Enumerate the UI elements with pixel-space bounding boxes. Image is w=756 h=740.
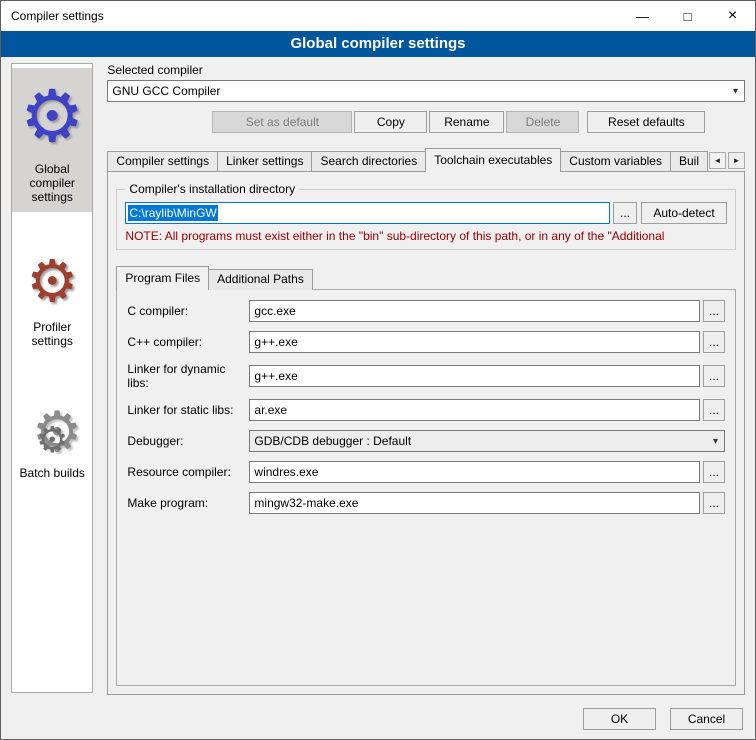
auto-detect-button[interactable]: Auto-detect xyxy=(641,202,727,224)
settings-tab-strip: Compiler settings Linker settings Search… xyxy=(107,148,745,172)
minimize-button[interactable]: — xyxy=(620,1,665,31)
c-compiler-row: C compiler: ... xyxy=(127,300,725,322)
selected-compiler-label: Selected compiler xyxy=(107,63,745,77)
arrow-right-icon: ► xyxy=(733,156,741,165)
compiler-action-buttons: Set as default Copy Rename Delete Reset … xyxy=(212,111,745,133)
installation-directory-browse-button[interactable]: ... xyxy=(613,202,637,224)
tab-build-options[interactable]: Buil xyxy=(670,151,708,172)
tab-scroll-left-button[interactable]: ◄ xyxy=(709,152,726,169)
close-button[interactable]: × xyxy=(710,1,755,31)
dialog-content: ⚙ Global compiler settings ⚙ Profiler se… xyxy=(1,57,755,699)
selected-compiler-value: GNU GCC Compiler xyxy=(112,84,731,98)
tab-toolchain-executables[interactable]: Toolchain executables xyxy=(425,148,561,172)
chevron-down-icon: ▾ xyxy=(711,436,720,447)
installation-directory-row: C:\raylib\MinGW ... Auto-detect xyxy=(125,202,727,224)
dynamic-linker-browse-button[interactable]: ... xyxy=(703,365,725,387)
tab-program-files[interactable]: Program Files xyxy=(116,266,209,290)
tab-custom-variables[interactable]: Custom variables xyxy=(560,151,671,172)
dynamic-linker-label: Linker for dynamic libs: xyxy=(127,362,249,390)
arrow-left-icon: ◄ xyxy=(714,156,722,165)
sidebar-item-global-compiler-settings[interactable]: ⚙ Global compiler settings xyxy=(12,68,92,212)
program-files-page: C compiler: ... C++ compiler: ... Linker xyxy=(116,289,736,686)
chevron-down-icon: ▾ xyxy=(731,86,740,97)
resource-compiler-browse-button[interactable]: ... xyxy=(703,461,725,483)
tab-scroll-right-button[interactable]: ► xyxy=(728,152,745,169)
sidebar-item-label: Global compiler settings xyxy=(14,162,90,204)
c-compiler-input[interactable] xyxy=(249,300,700,322)
resource-compiler-input[interactable] xyxy=(249,461,700,483)
debugger-label: Debugger: xyxy=(127,434,249,448)
static-linker-row: Linker for static libs: ... xyxy=(127,399,725,421)
set-as-default-button: Set as default xyxy=(212,111,352,133)
rename-button[interactable]: Rename xyxy=(429,111,504,133)
make-program-browse-button[interactable]: ... xyxy=(703,492,725,514)
cpp-compiler-input[interactable] xyxy=(249,331,700,353)
static-linker-label: Linker for static libs: xyxy=(127,403,249,417)
toolchain-executables-page: Compiler's installation directory C:\ray… xyxy=(107,171,745,695)
selected-compiler-dropdown[interactable]: GNU GCC Compiler ▾ xyxy=(107,80,745,102)
window-title: Compiler settings xyxy=(1,9,104,23)
dynamic-linker-input[interactable] xyxy=(249,365,700,387)
program-files-notebook: Program Files Additional Paths C compile… xyxy=(116,266,736,686)
cancel-button[interactable]: Cancel xyxy=(670,708,743,730)
global-compiler-icon-wrap: ⚙ xyxy=(14,74,90,160)
cpp-compiler-browse-button[interactable]: ... xyxy=(703,331,725,353)
tab-compiler-settings[interactable]: Compiler settings xyxy=(107,151,218,172)
tab-linker-settings[interactable]: Linker settings xyxy=(217,151,312,172)
dialog-header: Global compiler settings xyxy=(1,31,755,57)
sidebar-item-label: Profiler settings xyxy=(14,320,90,348)
c-compiler-browse-button[interactable]: ... xyxy=(703,300,725,322)
compiler-settings-dialog: Compiler settings — □ × Global compiler … xyxy=(0,0,756,740)
c-compiler-label: C compiler: xyxy=(127,304,249,318)
dynamic-linker-row: Linker for dynamic libs: ... xyxy=(127,362,725,390)
installation-directory-title: Compiler's installation directory xyxy=(125,182,299,196)
debugger-row: Debugger: GDB/CDB debugger : Default ▾ xyxy=(127,430,725,452)
main-panel: Selected compiler GNU GCC Compiler ▾ Set… xyxy=(107,63,745,695)
debugger-value: GDB/CDB debugger : Default xyxy=(254,434,711,448)
make-program-input[interactable] xyxy=(249,492,700,514)
maximize-icon: □ xyxy=(684,9,692,24)
make-program-row: Make program: ... xyxy=(127,492,725,514)
cpp-compiler-row: C++ compiler: ... xyxy=(127,331,725,353)
profiler-icon-wrap: ⚙ xyxy=(14,246,90,318)
delete-button: Delete xyxy=(506,111,579,133)
copy-button[interactable]: Copy xyxy=(354,111,427,133)
settings-category-sidebar: ⚙ Global compiler settings ⚙ Profiler se… xyxy=(11,63,93,693)
reset-defaults-button[interactable]: Reset defaults xyxy=(587,111,705,133)
profiler-tool-icon: ⚙ xyxy=(26,253,78,311)
blue-gear-icon: ⚙ xyxy=(20,81,85,153)
debugger-dropdown[interactable]: GDB/CDB debugger : Default ▾ xyxy=(249,430,725,452)
make-program-label: Make program: xyxy=(127,496,249,510)
close-icon: × xyxy=(728,7,737,25)
resource-compiler-row: Resource compiler: ... xyxy=(127,461,725,483)
batch-builds-icon-wrap: ⚙ ⚙ xyxy=(14,392,90,464)
bin-subdirectory-note: NOTE: All programs must exist either in … xyxy=(125,229,727,243)
sidebar-item-profiler-settings[interactable]: ⚙ Profiler settings xyxy=(12,240,92,356)
gray-gear-small-icon: ⚙ xyxy=(36,422,68,458)
static-linker-browse-button[interactable]: ... xyxy=(703,399,725,421)
caption-buttons: — □ × xyxy=(620,1,755,31)
settings-notebook: Compiler settings Linker settings Search… xyxy=(107,148,745,695)
static-linker-input[interactable] xyxy=(249,399,700,421)
tab-scroll-arrows: ◄ ► xyxy=(707,152,745,169)
title-bar[interactable]: Compiler settings — □ × xyxy=(1,1,755,31)
resource-compiler-label: Resource compiler: xyxy=(127,465,249,479)
program-files-tab-strip: Program Files Additional Paths xyxy=(116,266,736,290)
ok-button[interactable]: OK xyxy=(583,708,656,730)
installation-directory-groupbox: Compiler's installation directory C:\ray… xyxy=(116,189,736,250)
tab-search-directories[interactable]: Search directories xyxy=(311,151,426,172)
cpp-compiler-label: C++ compiler: xyxy=(127,335,249,349)
sidebar-item-label: Batch builds xyxy=(14,466,90,480)
dialog-footer: OK Cancel xyxy=(583,708,743,730)
installation-directory-value: C:\raylib\MinGW xyxy=(128,205,217,221)
maximize-button[interactable]: □ xyxy=(665,1,710,31)
installation-directory-input[interactable]: C:\raylib\MinGW xyxy=(125,202,610,224)
minimize-icon: — xyxy=(636,9,649,24)
tab-additional-paths[interactable]: Additional Paths xyxy=(208,269,313,290)
sidebar-item-batch-builds[interactable]: ⚙ ⚙ Batch builds xyxy=(12,386,92,488)
